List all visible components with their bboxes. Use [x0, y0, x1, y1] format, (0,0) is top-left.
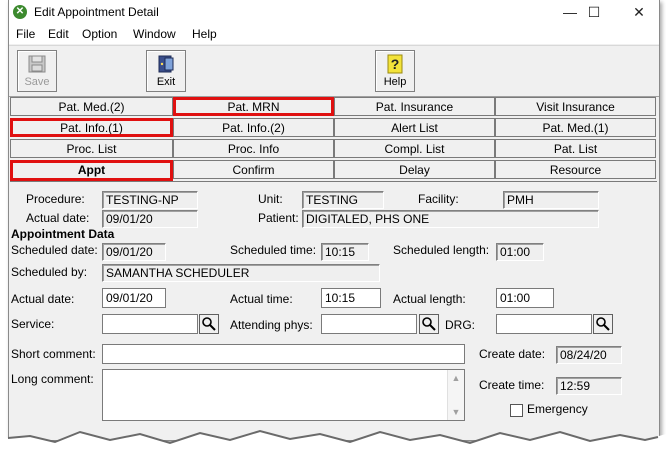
scheduled-by-label: Scheduled by:	[11, 265, 88, 279]
appointment-data-heading: Appointment Data	[11, 227, 115, 241]
create-date-label: Create date:	[479, 347, 546, 361]
tab-pat-insurance[interactable]: Pat. Insurance	[334, 97, 495, 116]
patient-label: Patient:	[258, 211, 299, 225]
menu-file[interactable]: File	[16, 27, 35, 41]
maximize-button[interactable]: ☐	[571, 0, 617, 25]
help-button[interactable]: ? Help	[375, 50, 415, 92]
tab-visit-insurance[interactable]: Visit Insurance	[495, 97, 656, 116]
facility-label: Facility:	[418, 192, 459, 206]
scheduled-by-field: SAMANTHA SCHEDULER	[102, 264, 380, 282]
procedure-label: Procedure:	[26, 192, 85, 206]
create-date-field: 08/24/20	[556, 346, 622, 364]
magnifier-icon	[596, 317, 610, 331]
facility-field: PMH	[503, 191, 599, 209]
actual-length-label: Actual length:	[393, 292, 466, 306]
long-comment-scrollbar[interactable]: ▲ ▼	[447, 370, 464, 420]
tab-alert-list[interactable]: Alert List	[334, 118, 495, 137]
edit-appointment-window: ✕ Edit Appointment Detail — ☐ ✕ File Edi…	[8, 0, 660, 441]
unit-field: TESTING	[302, 191, 384, 209]
long-comment-textarea[interactable]: ▲ ▼	[102, 369, 465, 421]
tab-pat-med-1[interactable]: Pat. Med.(1)	[495, 118, 656, 137]
header-actual-date-label: Actual date:	[26, 211, 90, 225]
torn-edge-decoration	[0, 429, 666, 466]
tab-confirm[interactable]: Confirm	[173, 160, 334, 179]
exit-label: Exit	[156, 76, 176, 88]
procedure-field: TESTING-NP	[102, 191, 198, 209]
service-lookup-button[interactable]	[199, 314, 219, 334]
close-button[interactable]: ✕	[616, 0, 659, 25]
scheduled-time-label: Scheduled time:	[230, 243, 317, 257]
service-input[interactable]	[102, 314, 198, 334]
tab-proc-list[interactable]: Proc. List	[10, 139, 173, 158]
emergency-checkbox[interactable]	[510, 404, 523, 417]
appointment-panel: Procedure: TESTING-NP Unit: TESTING Faci…	[10, 181, 657, 440]
scheduled-date-label: Scheduled date:	[11, 243, 98, 257]
attending-phys-lookup-button[interactable]	[419, 314, 439, 334]
service-label: Service:	[11, 317, 55, 331]
short-comment-input[interactable]	[102, 344, 465, 364]
tab-proc-info[interactable]: Proc. Info	[173, 139, 334, 158]
scheduled-length-field: 01:00	[496, 243, 544, 261]
tab-pat-med-2[interactable]: Pat. Med.(2)	[10, 97, 173, 116]
save-button[interactable]: Save	[17, 50, 57, 92]
tab-pat-info-2[interactable]: Pat. Info.(2)	[173, 118, 334, 137]
app-logo-icon: ✕	[13, 5, 27, 19]
tab-compl-list[interactable]: Compl. List	[334, 139, 495, 158]
menu-option[interactable]: Option	[82, 27, 117, 41]
save-label: Save	[24, 76, 50, 88]
tab-resource[interactable]: Resource	[495, 160, 656, 179]
patient-field: DIGITALED, PHS ONE	[302, 210, 599, 228]
menu-window[interactable]: Window	[133, 27, 176, 41]
menu-help[interactable]: Help	[192, 27, 217, 41]
header-actual-date-field: 09/01/20	[102, 210, 198, 228]
create-time-field: 12:59	[556, 377, 622, 395]
tab-strip: Pat. Med.(2) Pat. MRN Pat. Insurance Vis…	[10, 97, 657, 181]
long-comment-label: Long comment:	[11, 372, 94, 386]
help-question-icon: ?	[387, 54, 403, 74]
tab-pat-mrn[interactable]: Pat. MRN	[173, 97, 334, 116]
attending-phys-label: Attending phys:	[230, 318, 313, 332]
menu-edit[interactable]: Edit	[48, 27, 69, 41]
scroll-up-icon[interactable]: ▲	[448, 370, 464, 386]
drg-input[interactable]	[496, 314, 592, 334]
exit-door-icon	[158, 55, 174, 73]
attending-phys-input[interactable]	[321, 314, 417, 334]
tab-pat-list[interactable]: Pat. List	[495, 139, 656, 158]
emergency-label: Emergency	[527, 402, 588, 416]
tab-delay[interactable]: Delay	[334, 160, 495, 179]
actual-date-label: Actual date:	[11, 292, 75, 306]
tab-pat-info-1[interactable]: Pat. Info.(1)	[10, 118, 173, 137]
short-comment-label: Short comment:	[11, 347, 96, 361]
drg-label: DRG:	[445, 318, 475, 332]
help-label: Help	[383, 76, 407, 88]
toolbar: Save Exit ? Help	[9, 45, 659, 97]
tab-appt[interactable]: Appt	[10, 160, 173, 181]
scheduled-time-field: 10:15	[321, 243, 369, 261]
actual-time-input[interactable]: 10:15	[321, 288, 381, 308]
scheduled-length-label: Scheduled length:	[393, 243, 490, 257]
magnifier-icon	[202, 317, 216, 331]
drg-lookup-button[interactable]	[593, 314, 613, 334]
actual-time-label: Actual time:	[230, 292, 293, 306]
scheduled-date-field: 09/01/20	[102, 243, 166, 261]
create-time-label: Create time:	[479, 378, 545, 392]
save-disk-icon	[28, 55, 46, 73]
window-title: Edit Appointment Detail	[34, 5, 159, 19]
title-bar: ✕ Edit Appointment Detail — ☐ ✕	[9, 0, 659, 25]
svg-text:?: ?	[391, 56, 400, 72]
actual-length-input[interactable]: 01:00	[496, 288, 554, 308]
unit-label: Unit:	[258, 192, 283, 206]
exit-button[interactable]: Exit	[146, 50, 186, 92]
magnifier-icon	[422, 317, 436, 331]
actual-date-input[interactable]: 09/01/20	[102, 288, 166, 308]
menu-bar: File Edit Option Window Help	[9, 25, 659, 44]
